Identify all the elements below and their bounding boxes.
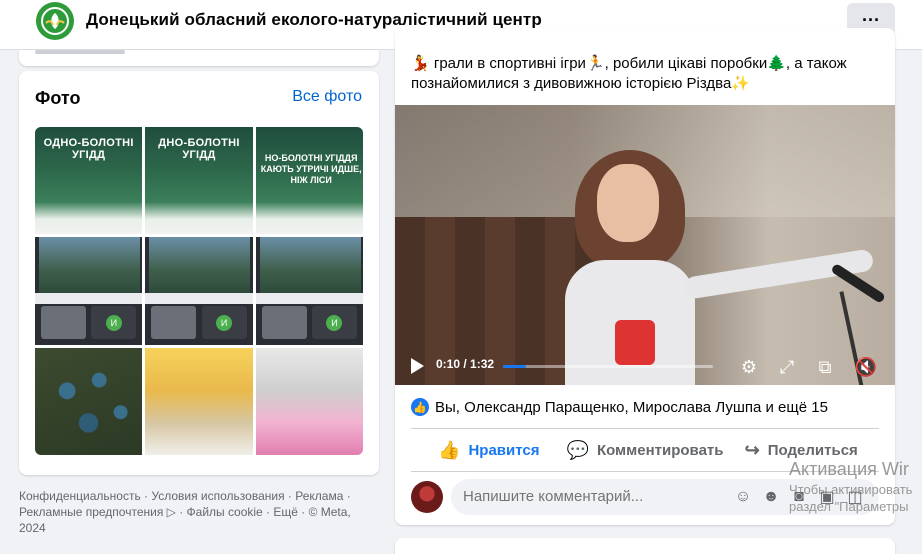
page-title[interactable]: Донецький обласний еколого-натуралістичн…	[86, 10, 542, 30]
post-text: 💃 грали в спортивні ігри🏃, робили цікаві…	[411, 55, 847, 92]
participant-video	[261, 306, 307, 339]
toolbar-strip	[35, 293, 143, 304]
video-controls: 0:10 / 1:32 ⚙ ⤢ ⧉ 🔇	[395, 348, 895, 385]
share-label: Поделиться	[767, 441, 858, 459]
comment-bubble-icon: 💬	[566, 439, 589, 460]
photo-tile[interactable]: ДНО-БОЛОТНІ УГІДД	[145, 127, 253, 235]
participant-avatar	[91, 306, 137, 339]
watermark-line: раздел "Параметры	[789, 499, 909, 514]
share-arrow-icon: ↪	[744, 439, 760, 460]
photo-tile[interactable]	[255, 347, 363, 455]
photo-tile[interactable]	[35, 347, 143, 455]
shared-screen-thumbnail	[39, 237, 140, 294]
comment-label: Комментировать	[596, 441, 724, 459]
play-icon[interactable]	[411, 358, 424, 374]
photo-caption: НО-БОЛОТНІ УГІДДЯ КАЮТЬ УТРИЧІ ИДШЕ, НІЖ…	[260, 153, 362, 185]
video-subject-face	[597, 164, 659, 242]
settings-gear-icon[interactable]: ⚙	[738, 356, 760, 378]
photos-heading: Фото	[35, 88, 81, 108]
photo-tile[interactable]	[145, 237, 253, 345]
avatar-sticker-icon[interactable]: ☺	[733, 487, 753, 507]
comment-input[interactable]	[463, 488, 723, 505]
video-progress-fill	[503, 365, 527, 368]
fullscreen-icon[interactable]: ⤢	[776, 356, 798, 378]
participant-avatar	[201, 306, 247, 339]
like-button[interactable]: 👍 Нравится	[411, 433, 567, 467]
divider	[411, 428, 879, 429]
windows-activation-watermark: Активация Wir Чтобы активировать раздел …	[789, 459, 912, 514]
watermark-line: Активация Wir	[789, 459, 909, 479]
divider	[35, 50, 125, 54]
video-progress-bar[interactable]	[503, 365, 713, 368]
watermark-line: Чтобы активировать	[789, 482, 913, 497]
video-player[interactable]: 0:10 / 1:32 ⚙ ⤢ ⧉ 🔇	[395, 105, 895, 385]
photo-caption: ОДНО-БОЛОТНІ УГІДД	[43, 137, 134, 161]
photo-tile[interactable]	[145, 347, 253, 455]
previous-card-edge	[19, 50, 379, 66]
thumbs-up-icon: 👍	[438, 439, 461, 460]
participant-avatar	[311, 306, 357, 339]
reactions-text[interactable]: Вы, Олександр Паращенко, Мирослава Лушпа…	[435, 399, 828, 416]
photo-tile[interactable]	[255, 237, 363, 345]
toolbar-strip	[255, 293, 363, 304]
all-photos-link[interactable]: Все фото	[292, 88, 362, 106]
photo-grid: ОДНО-БОЛОТНІ УГІДД ДНО-БОЛОТНІ УГІДД НО-…	[35, 127, 363, 455]
like-reaction-icon: 👍	[411, 398, 429, 416]
participant-video	[151, 306, 197, 339]
like-label: Нравится	[468, 441, 540, 459]
photo-caption: ДНО-БОЛОТНІ УГІДД	[158, 137, 240, 161]
footer-links[interactable]: Конфиденциальность · Условия использован…	[19, 488, 379, 536]
mute-icon[interactable]: 🔇	[855, 356, 877, 378]
shared-screen-thumbnail	[149, 237, 251, 294]
comment-button[interactable]: 💬 Комментировать	[567, 433, 724, 467]
shared-screen-thumbnail	[259, 237, 361, 294]
participant-video	[41, 306, 87, 339]
toolbar-strip	[145, 293, 253, 304]
reactions-summary[interactable]: 👍 Вы, Олександр Паращенко, Мирослава Луш…	[411, 398, 828, 416]
post-card: 💃 грали в спортивні ігри🏃, робили цікаві…	[395, 28, 895, 525]
emoji-icon[interactable]: ☻	[761, 487, 781, 507]
picture-in-picture-icon[interactable]: ⧉	[814, 356, 836, 378]
video-time: 0:10 / 1:32	[436, 357, 495, 371]
next-post-card	[395, 538, 895, 554]
photos-card: Фото Все фото ОДНО-БОЛОТНІ УГІДД ДНО-БОЛ…	[19, 71, 379, 475]
photo-tile[interactable]: НО-БОЛОТНІ УГІДДЯ КАЮТЬ УТРИЧІ ИДШЕ, НІЖ…	[255, 127, 363, 235]
avatar[interactable]	[411, 481, 443, 513]
photo-tile[interactable]: ОДНО-БОЛОТНІ УГІДД	[35, 127, 143, 235]
photo-tile[interactable]	[35, 237, 143, 345]
page-logo-icon[interactable]	[36, 2, 74, 40]
